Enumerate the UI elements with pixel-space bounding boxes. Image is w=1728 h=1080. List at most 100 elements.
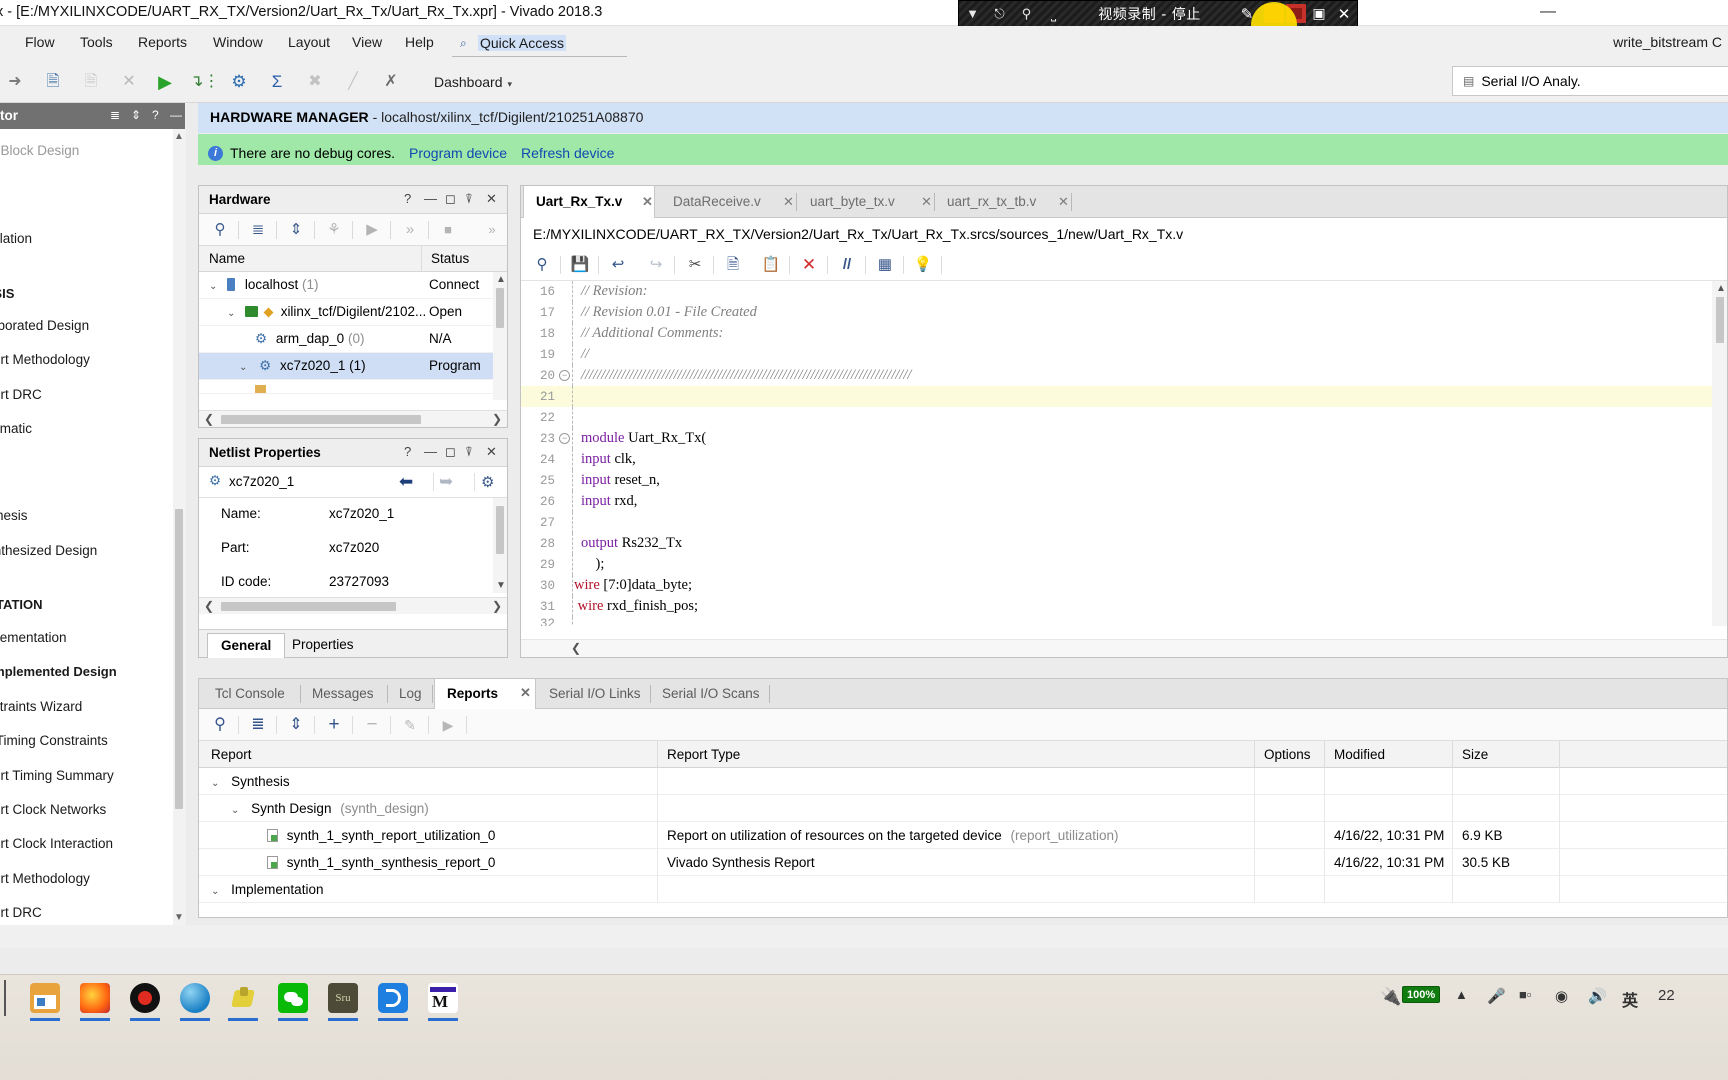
menu-item-layout[interactable]: Layout — [288, 34, 330, 50]
netlist-hscrollbar[interactable]: ❮ ❯ — [199, 597, 507, 614]
taskbar-item-putty[interactable] — [228, 983, 258, 1013]
tree-row-xc7z020[interactable]: ⌄ ⚙ xc7z020_1 (1) Program — [199, 353, 507, 380]
scroll-up-icon[interactable]: ▲ — [1716, 283, 1726, 294]
close-icon[interactable]: ✕ — [642, 194, 653, 210]
close-icon[interactable]: ✕ — [486, 191, 497, 207]
sidebar-item-report-drc-rtl[interactable]: eport DRC — [0, 387, 42, 402]
battery-icon[interactable]: ■▫ — [1519, 987, 1531, 1002]
maximize-icon[interactable]: ◻ — [445, 444, 456, 460]
sidebar-item-create-block-design[interactable]: ate Block Design — [0, 143, 79, 158]
sidebar-item-report-drc-impl[interactable]: eport DRC — [0, 905, 42, 920]
sidebar-item-run-synthesis[interactable]: ynthesis — [0, 508, 28, 523]
collapse-all-icon[interactable]: ≣ — [247, 715, 269, 735]
help-icon[interactable]: ? — [404, 444, 411, 459]
refresh-device-link[interactable]: Refresh device — [521, 145, 614, 161]
chevron-down-icon[interactable]: ⌄ — [227, 308, 235, 319]
copy-icon[interactable]: 🗎 — [42, 71, 64, 93]
maximize-icon[interactable]: ◻ — [445, 191, 456, 207]
overflow-icon[interactable]: » — [481, 220, 503, 240]
taskbar-item-firefox[interactable] — [80, 983, 110, 1013]
save-icon[interactable]: 💾 — [569, 255, 591, 275]
collapse-all-icon[interactable]: ≣ — [247, 220, 269, 240]
tab-log[interactable]: Log — [389, 679, 433, 709]
code-hscrollbar[interactable]: ❮ — [521, 639, 1727, 657]
expand-all-icon[interactable]: ⇕ — [285, 220, 307, 240]
delete-icon[interactable]: ✕ — [798, 255, 820, 275]
chevron-down-icon[interactable]: ⌄ — [211, 886, 219, 897]
table-row[interactable]: synth_1_synth_report_utilization_0 Repor… — [199, 822, 1727, 849]
hint-icon[interactable]: 💡 — [912, 255, 934, 275]
table-row[interactable]: synth_1_synth_synthesis_report_0 Vivado … — [199, 849, 1727, 876]
tab-serial-io-scans[interactable]: Serial I/O Scans — [652, 679, 770, 709]
more-icon[interactable]: » — [399, 220, 421, 240]
sidebar-item-schematic[interactable]: chematic — [0, 421, 32, 436]
run-synthesis-icon[interactable]: ↴⋮ — [190, 71, 219, 93]
scroll-left-icon[interactable]: ❮ — [204, 599, 214, 613]
chevron-down-icon[interactable]: ⌄ — [231, 805, 239, 816]
comment-icon[interactable]: // — [836, 255, 858, 275]
fold-toggle-icon[interactable]: − — [559, 433, 570, 444]
close-icon[interactable]: ✕ — [1058, 194, 1069, 210]
search-icon[interactable]: ⚲ — [209, 715, 231, 735]
netlist-vscrollbar[interactable]: ▼ — [493, 498, 507, 593]
tree-row-xilinx-tcf[interactable]: ⌄ xilinx_tcf/Digilent/2102... Open — [199, 299, 507, 326]
table-row[interactable]: ⌄ Implementation — [199, 876, 1727, 903]
minimize-icon[interactable]: — — [170, 108, 182, 122]
menu-item-help[interactable]: Help — [405, 34, 434, 50]
run-icon[interactable]: ▶ — [154, 71, 176, 93]
sidebar-item-report-methodology-rtl[interactable]: eport Methodology — [0, 352, 90, 367]
sidebar-item-elaborated-design[interactable]: Elaborated Design — [0, 318, 89, 333]
tree-row-arm-dap[interactable]: ⚙ arm_dap_0 (0) N/A — [199, 326, 507, 353]
menu-item-view[interactable]: View — [352, 34, 382, 50]
collapse-all-icon[interactable]: ≣ — [110, 108, 120, 122]
minimize-button[interactable]: — — [1528, 2, 1568, 24]
tab-data-receive[interactable]: DataReceive.v ✕ — [661, 186, 797, 218]
microphone-icon[interactable]: 🎤 — [1487, 987, 1506, 1005]
expand-all-icon[interactable]: ⇕ — [131, 108, 141, 122]
add-icon[interactable]: + — [323, 715, 345, 735]
hardware-hscrollbar[interactable]: ❮ ❯ — [199, 410, 507, 427]
scroll-down-icon[interactable]: ▼ — [174, 912, 184, 923]
program-device-link[interactable]: Program device — [409, 145, 507, 161]
chevron-down-icon[interactable]: ⌄ — [239, 362, 247, 373]
code-vscrollbar[interactable]: ▲ — [1712, 281, 1727, 626]
menu-item-flow[interactable]: Flow — [25, 34, 55, 50]
fold-toggle-icon[interactable]: − — [559, 370, 570, 381]
sidebar-item-report-methodology-impl[interactable]: eport Methodology — [0, 871, 90, 886]
float-icon[interactable]: ⍒ — [465, 191, 473, 207]
scrollbar-thumb[interactable] — [175, 509, 183, 809]
search-icon[interactable]: ⚲ — [209, 220, 231, 240]
paste-icon[interactable]: 📋 — [760, 255, 782, 275]
tab-uart-rx-tx-tb[interactable]: uart_rx_tx_tb.v ✕ — [935, 186, 1072, 218]
tree-row-localhost[interactable]: ⌄ localhost (1) Connect — [199, 272, 507, 299]
sidebar-item-run-simulation[interactable]: imulation — [0, 231, 32, 246]
menu-item-tools[interactable]: Tools — [80, 34, 113, 50]
chevron-up-icon[interactable]: ▲ — [1455, 987, 1468, 1002]
menu-item-reports[interactable]: Reports — [138, 34, 187, 50]
close-icon[interactable]: ✕ — [921, 194, 932, 210]
expand-all-icon[interactable]: ⇕ — [285, 715, 307, 735]
scroll-down-icon[interactable]: ▼ — [496, 580, 506, 591]
region-select-icon[interactable]: ⎵ — [1040, 6, 1067, 22]
close-icon[interactable]: ✕ — [520, 685, 531, 701]
gear-icon[interactable]: ⚙ — [228, 71, 250, 93]
chevron-down-icon[interactable]: ⌄ — [209, 281, 217, 292]
close-icon[interactable]: ✕ — [783, 194, 794, 210]
wifi-icon[interactable]: ◉ — [1555, 987, 1568, 1005]
chevron-down-icon[interactable]: ⌄ — [211, 778, 219, 789]
minimize-icon[interactable]: — — [424, 191, 437, 206]
table-row[interactable]: ⌄ Synth Design (synth_design) — [199, 795, 1727, 822]
sidebar-item-report-clock-interaction[interactable]: eport Clock Interaction — [0, 836, 113, 851]
tab-tcl-console[interactable]: Tcl Console — [205, 679, 301, 709]
dashboard-menu[interactable]: Dashboard ▾ — [434, 74, 512, 90]
scroll-right-icon[interactable]: ❯ — [492, 412, 502, 426]
taskbar-item-recorder[interactable] — [130, 983, 160, 1013]
sidebar-scrollbar[interactable]: ▲ ▼ — [173, 129, 185, 925]
minimize-icon[interactable]: — — [424, 444, 437, 459]
tab-uart-byte-tx[interactable]: uart_byte_tx.v ✕ — [798, 186, 935, 218]
taskbar-item-browser[interactable] — [180, 983, 210, 1013]
quick-access-field[interactable]: ⌕ Quick Access — [452, 31, 627, 57]
sidebar-item-synthesized-design[interactable]: Synthesized Design — [0, 543, 97, 558]
taskbar-item-file-explorer[interactable] — [30, 983, 60, 1013]
ime-language-indicator[interactable]: 英 — [1622, 987, 1638, 1011]
